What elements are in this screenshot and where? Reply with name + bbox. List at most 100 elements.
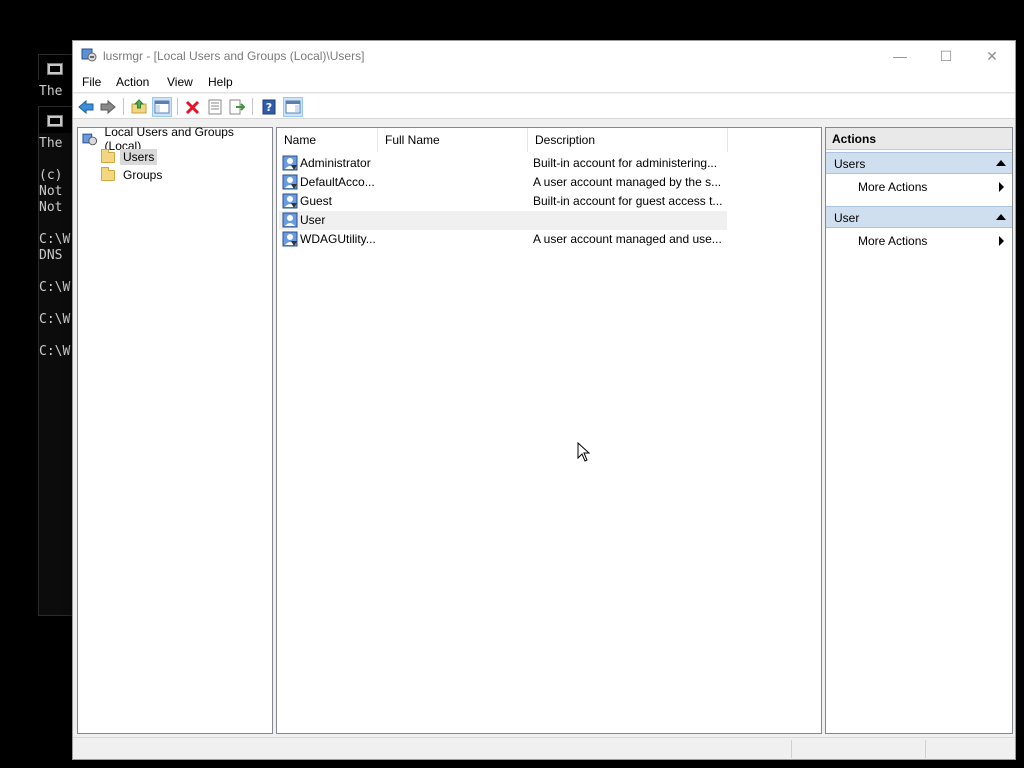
tree-root-local-users-and-groups[interactable]: Local Users and Groups (Local) [82,125,272,153]
toolbar: ? [73,94,1015,119]
cell-description: Built-in account for administering... [533,156,718,170]
lusrmgr-window: lusrmgr - [Local Users and Groups (Local… [72,40,1016,760]
table-row[interactable]: Administrator Built-in account for admini… [279,154,727,173]
properties-icon [208,99,222,115]
console-line: C:\W [39,232,71,247]
back-button[interactable] [76,97,96,117]
window-title: lusrmgr - [Local Users and Groups (Local… [103,49,365,63]
toolbar-separator [123,98,124,115]
table-row[interactable]: WDAGUtility... A user account managed and… [279,230,727,249]
users-list-pane: Name Full Name Description Administrator… [276,127,822,734]
cell-description: Built-in account for guest access t... [533,194,723,208]
properties-button[interactable] [205,97,225,117]
maximize-icon: ☐ [939,47,953,64]
actions-group-label: User [834,211,860,225]
user-account-icon [282,155,298,171]
tree-item-groups[interactable]: Groups [100,166,165,184]
user-account-icon [282,193,298,209]
maximize-button[interactable]: ☐ [923,41,969,71]
forward-button[interactable] [98,97,118,117]
up-button[interactable] [129,97,149,117]
local-users-groups-icon [82,133,98,146]
tree-item-users[interactable]: Users [100,148,158,166]
submenu-arrow-icon [999,182,1004,192]
folder-icon [100,149,116,165]
console-line: DNS [39,248,63,263]
console-icon [47,115,63,127]
cell-name: Administrator [300,156,371,170]
actions-group-users[interactable]: Users [826,152,1012,174]
action-more-actions-user[interactable]: More Actions [826,231,1012,251]
cell-description: A user account managed and use... [533,232,722,246]
console-icon [47,63,63,75]
close-icon: ✕ [986,47,998,64]
column-header-description[interactable]: Description [528,128,728,152]
collapse-icon[interactable] [996,160,1006,166]
show-hide-action-pane-button[interactable] [283,97,303,117]
submenu-arrow-icon [999,236,1004,246]
svg-text:?: ? [266,101,272,114]
column-header-label: Name [284,133,317,147]
show-hide-action-pane-icon [285,100,301,114]
lusrmgr-app-icon [81,48,97,62]
table-row[interactable]: DefaultAcco... A user account managed by … [279,173,727,192]
toolbar-separator [252,98,253,115]
cell-name: DefaultAcco... [300,175,375,189]
menu-action[interactable]: Action [116,75,149,89]
delete-button[interactable] [183,97,203,117]
cell-name: User [300,213,326,227]
menu-file[interactable]: File [82,75,101,89]
action-label: More Actions [858,180,928,194]
console-line: C:\W [39,344,71,359]
minimize-button[interactable]: — [877,41,923,71]
forward-icon [100,99,116,115]
toolbar-separator [177,98,178,115]
action-label: More Actions [858,234,928,248]
actions-group-user[interactable]: User [826,206,1012,228]
console-line: (c) [39,168,63,183]
console-line: C:\W [39,280,71,295]
menu-view[interactable]: View [167,75,193,89]
delete-icon [185,100,200,115]
action-more-actions-users[interactable]: More Actions [826,177,1012,197]
cell-name: WDAGUtility... [300,232,376,246]
status-separator [791,740,792,758]
export-list-button[interactable] [227,97,247,117]
table-row[interactable]: Guest Built-in account for guest access t… [279,192,727,211]
console-line: The [39,136,63,151]
user-account-icon [282,231,298,247]
help-icon: ? [262,99,276,115]
mouse-cursor-icon [577,442,591,462]
up-folder-icon [131,99,147,114]
help-button[interactable]: ? [259,97,279,117]
column-header-name[interactable]: Name [277,128,378,152]
actions-pane: Actions Users More Actions User More Act… [825,127,1013,734]
column-header-label: Full Name [385,133,440,147]
title-bar[interactable]: lusrmgr - [Local Users and Groups (Local… [73,41,1015,71]
user-account-icon [282,212,298,228]
export-list-icon [229,99,245,115]
column-header-full-name[interactable]: Full Name [378,128,528,152]
console-line: C:\W [39,312,71,327]
folder-icon [100,167,116,183]
menu-help[interactable]: Help [208,75,233,89]
console-line: Not [39,184,63,199]
close-button[interactable]: ✕ [969,41,1015,71]
table-row[interactable]: User [279,211,727,230]
column-header-label: Description [535,133,596,147]
actions-header: Actions [826,128,1012,150]
collapse-icon[interactable] [996,214,1006,220]
minimize-icon: — [893,48,907,64]
cell-name: Guest [300,194,333,208]
tree-item-label: Groups [123,168,163,182]
show-hide-console-tree-button[interactable] [152,97,172,117]
user-account-icon [282,174,298,190]
menu-bar: File Action View Help [73,71,1015,93]
console-text-top: The [39,84,62,100]
status-bar [73,737,1015,759]
